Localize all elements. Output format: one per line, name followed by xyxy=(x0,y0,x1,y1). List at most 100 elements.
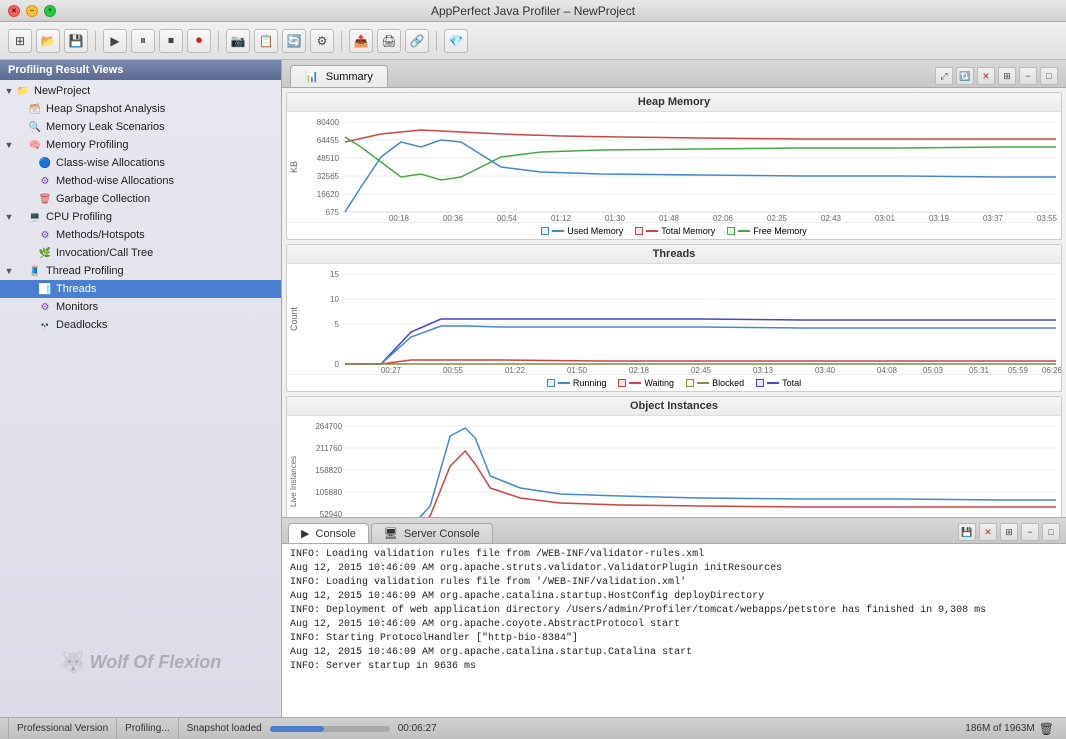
sidebar-item-memory-profiling[interactable]: ▼ 🧠 Memory Profiling xyxy=(0,136,281,154)
maximize-button[interactable]: + xyxy=(44,5,56,17)
console-content[interactable]: INFO: Loading validation rules file from… xyxy=(282,544,1066,717)
toolbar-btn-play[interactable]: ▶ xyxy=(103,29,127,53)
sidebar-item-memory-leak[interactable]: 🔍 Memory Leak Scenarios xyxy=(0,118,281,136)
console-tabs: ▶ Console 🖥 Server Console 💾 ✕ ⊞ − □ xyxy=(282,518,1066,544)
right-panel: 📊 Summary ⤢ 🔃 ✕ ⊞ − □ Heap Memory KB xyxy=(282,60,1066,717)
legend-total-checkbox[interactable] xyxy=(635,227,643,235)
trash-icon[interactable]: 🗑 xyxy=(1039,722,1054,736)
sidebar-item-threads[interactable]: 📊 Threads xyxy=(0,280,281,298)
toolbar-btn-print[interactable]: 🖨 xyxy=(377,29,401,53)
tab-tool-minimize[interactable]: − xyxy=(1019,67,1037,85)
svg-text:03:13: 03:13 xyxy=(753,366,774,374)
toolbar-btn-open[interactable]: 📂 xyxy=(36,29,60,53)
toolbar-btn-stop[interactable]: ⏹ xyxy=(159,29,183,53)
toolbar-btn-clipboard[interactable]: 📋 xyxy=(254,29,278,53)
sidebar-item-heap-snapshot[interactable]: 🗃 Heap Snapshot Analysis xyxy=(0,100,281,118)
heap-memory-title: Heap Memory xyxy=(287,93,1061,112)
legend-running: Running xyxy=(547,378,607,388)
sidebar-item-thread-profiling[interactable]: ▼ 🧵 Thread Profiling xyxy=(0,262,281,280)
svg-text:06:26: 06:26 xyxy=(1042,366,1061,374)
sidebar-item-newproject[interactable]: ▼ 📁 NewProject xyxy=(0,82,281,100)
toolbar-btn-export[interactable]: 📤 xyxy=(349,29,373,53)
console-maximize[interactable]: □ xyxy=(1042,523,1060,541)
legend-total-threads-checkbox[interactable] xyxy=(756,379,764,387)
tab-server-console[interactable]: 🖥 Server Console xyxy=(371,523,493,543)
toggle-memory: ▼ xyxy=(4,140,14,150)
svg-text:03:19: 03:19 xyxy=(929,214,950,222)
sidebar-item-monitors[interactable]: ⚙ Monitors xyxy=(0,298,281,316)
legend-blocked-checkbox[interactable] xyxy=(686,379,694,387)
tab-tool-expand[interactable]: ⤢ xyxy=(935,67,953,85)
console-clear[interactable]: ✕ xyxy=(979,523,997,541)
legend-running-line xyxy=(558,382,570,384)
toolbar-btn-record[interactable]: ⏺ xyxy=(187,29,211,53)
tab-tool-tile[interactable]: ⊞ xyxy=(998,67,1016,85)
titlebar: ✕ – + AppPerfect Java Profiler – NewProj… xyxy=(0,0,1066,22)
tab-summary[interactable]: 📊 Summary xyxy=(290,65,388,87)
console-tile[interactable]: ⊞ xyxy=(1000,523,1018,541)
monitors-icon: ⚙ xyxy=(38,300,52,314)
legend-running-checkbox[interactable] xyxy=(547,379,555,387)
svg-text:15: 15 xyxy=(330,270,339,279)
console-line: INFO: Starting ProtocolHandler ["http-bi… xyxy=(290,632,1058,646)
class-icon: 🔵 xyxy=(38,156,52,170)
console-line: Aug 12, 2015 10:46:09 AM org.apache.stru… xyxy=(290,562,1058,576)
leak-icon: 🔍 xyxy=(28,120,42,134)
close-button[interactable]: ✕ xyxy=(8,5,20,17)
sidebar-item-methods-hotspots[interactable]: ⚙ Methods/Hotspots xyxy=(0,226,281,244)
sidebar-header: Profiling Result Views xyxy=(0,60,281,80)
sidebar-item-cpu-profiling[interactable]: ▼ 💻 CPU Profiling xyxy=(0,208,281,226)
tab-toolbar: ⤢ 🔃 ✕ ⊞ − □ xyxy=(935,67,1058,87)
legend-total-threads-label: Total xyxy=(782,378,801,388)
sidebar-item-method-alloc[interactable]: ⚙ Method-wise Allocations xyxy=(0,172,281,190)
heap-memory-container: KB 80400 64455 xyxy=(287,112,1061,222)
heap-svg: 80400 64455 48510 32565 16620 675 00:18 … xyxy=(301,112,1061,222)
toolbar-btn-settings[interactable]: ⚙ xyxy=(310,29,334,53)
object-instances-title: Object Instances xyxy=(287,397,1061,416)
legend-waiting-line xyxy=(629,382,641,384)
threads-legend: Running Waiting Blocked xyxy=(287,374,1061,391)
sidebar-item-deadlocks[interactable]: 💀 Deadlocks xyxy=(0,316,281,334)
legend-free-checkbox[interactable] xyxy=(727,227,735,235)
sidebar-item-class-alloc[interactable]: 🔵 Class-wise Allocations xyxy=(0,154,281,172)
svg-text:03:37: 03:37 xyxy=(983,214,1004,222)
minimize-button[interactable]: – xyxy=(26,5,38,17)
status-version: Professional Version xyxy=(8,718,117,739)
heap-legend: Used Memory Total Memory Free Memory xyxy=(287,222,1061,239)
svg-text:01:12: 01:12 xyxy=(551,214,572,222)
toolbar-btn-link[interactable]: 🔗 xyxy=(405,29,429,53)
legend-waiting-checkbox[interactable] xyxy=(618,379,626,387)
thread-icon: 🧵 xyxy=(28,264,42,278)
toolbar-sep-4 xyxy=(436,31,437,51)
svg-text:01:48: 01:48 xyxy=(659,214,680,222)
svg-text:02:45: 02:45 xyxy=(691,366,712,374)
tab-console[interactable]: ▶ Console xyxy=(288,523,369,543)
toggle-cpu: ▼ xyxy=(4,212,14,222)
toolbar-btn-save[interactable]: 💾 xyxy=(64,29,88,53)
svg-text:16620: 16620 xyxy=(317,190,340,199)
toolbar-btn-pause[interactable]: ⏸ xyxy=(131,29,155,53)
svg-text:264700: 264700 xyxy=(315,422,342,431)
sidebar-item-garbage-collection[interactable]: 🗑 Garbage Collection xyxy=(0,190,281,208)
toolbar-sep-1 xyxy=(95,31,96,51)
console-minimize[interactable]: − xyxy=(1021,523,1039,541)
svg-text:01:50: 01:50 xyxy=(567,366,588,374)
tab-tool-refresh[interactable]: 🔃 xyxy=(956,67,974,85)
tab-tool-close-red[interactable]: ✕ xyxy=(977,67,995,85)
toolbar-btn-new[interactable]: ⊞ xyxy=(8,29,32,53)
toolbar-btn-refresh[interactable]: 🔄 xyxy=(282,29,306,53)
console-save[interactable]: 💾 xyxy=(958,523,976,541)
threads-svg: 15 10 5 0 00:27 00:55 01:22 01:50 02:18 … xyxy=(301,264,1061,374)
legend-blocked-line xyxy=(697,382,709,384)
console-line: INFO: Loading validation rules file from… xyxy=(290,576,1058,590)
toolbar-btn-gem[interactable]: 💎 xyxy=(444,29,468,53)
status-progress-area: Snapshot loaded 00:06:27 xyxy=(179,723,966,734)
svg-text:675: 675 xyxy=(326,208,340,217)
toolbar-sep-3 xyxy=(341,31,342,51)
legend-free-label: Free Memory xyxy=(753,226,807,236)
legend-used-checkbox[interactable] xyxy=(541,227,549,235)
svg-text:03:55: 03:55 xyxy=(1037,214,1058,222)
toolbar-btn-snapshot[interactable]: 📷 xyxy=(226,29,250,53)
sidebar-item-invocation-call[interactable]: 🌿 Invocation/Call Tree xyxy=(0,244,281,262)
tab-tool-maximize[interactable]: □ xyxy=(1040,67,1058,85)
